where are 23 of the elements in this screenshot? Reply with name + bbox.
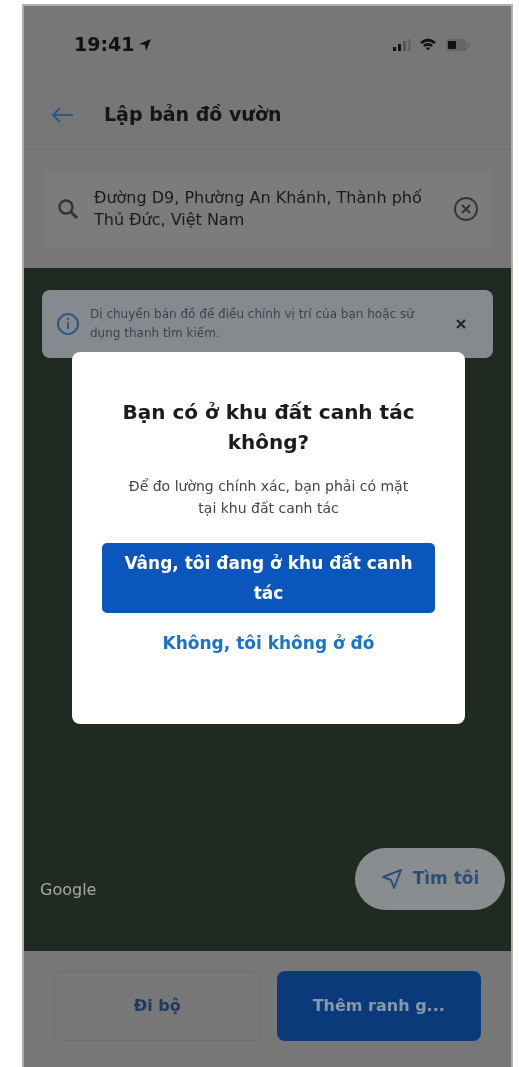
screen-title: Lập bản đồ vườn — [104, 102, 282, 128]
search-icon — [56, 197, 80, 221]
status-time: 19:41 — [74, 32, 135, 58]
info-message: Di chuyển bản đồ để điều chỉnh vị trí của bạn hoặc sử dụng thanh tìm kiếm. — [90, 306, 416, 342]
locate-me-button[interactable]: Tìm tôi — [355, 848, 505, 910]
clear-icon[interactable] — [453, 196, 479, 222]
decline-link[interactable]: Không, tôi không ở đó — [162, 631, 375, 657]
navigation-arrow-icon — [380, 868, 403, 890]
battery-icon — [445, 37, 471, 52]
info-icon — [56, 312, 80, 336]
search-text: Đường D9, Phường An Khánh, Thành phố Thủ Đức, Việt Nam — [94, 187, 423, 231]
signal-icon — [393, 38, 411, 51]
dialog-message: Để đo lường chính xác, bạn phải có mặt tại khu đất canh tác — [127, 477, 410, 518]
back-arrow-icon[interactable] — [50, 105, 74, 124]
add-boundary-button[interactable]: Thêm ranh g... — [276, 971, 481, 1041]
walk-button[interactable]: Đi bộ — [54, 971, 261, 1041]
dialog-title: Bạn có ở khu đất canh tác không? — [121, 399, 416, 456]
wifi-icon — [419, 38, 437, 51]
location-arrow-icon — [138, 37, 153, 52]
search-field[interactable]: Đường D9, Phường An Khánh, Thành phố Thủ Đức, Việt Nam — [44, 171, 491, 247]
close-icon[interactable] — [455, 318, 467, 330]
map-attribution: Google — [40, 879, 97, 901]
confirm-button[interactable]: Vâng, tôi đang ở khu đất canh tác — [102, 543, 435, 613]
